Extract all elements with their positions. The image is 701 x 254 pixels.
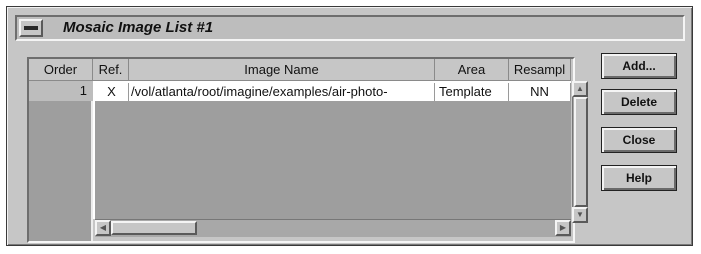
help-button[interactable]: Help — [601, 165, 677, 191]
arrow-down-icon[interactable]: ▼ — [572, 207, 588, 223]
arrow-left-icon[interactable]: ◀ — [95, 220, 111, 236]
arrow-right-icon[interactable]: ▶ — [555, 220, 571, 236]
column-header-order[interactable]: Order — [29, 59, 93, 81]
window-menu-icon[interactable] — [19, 19, 43, 37]
column-header-resample[interactable]: Resampl — [509, 59, 571, 81]
horizontal-scrollbar[interactable]: ◀ ▶ — [95, 219, 571, 237]
image-name-cell[interactable]: /vol/atlanta/root/imagine/examples/air-p… — [129, 83, 435, 101]
vertical-scrollbar[interactable]: ▲ ▼ — [572, 81, 588, 241]
add-button[interactable]: Add... — [601, 53, 677, 79]
image-list-table: Order Ref. Image Name Area Resampl 1 X /… — [27, 57, 588, 243]
column-header-area[interactable]: Area — [435, 59, 509, 81]
vertical-scroll-track[interactable] — [572, 97, 588, 207]
vertical-scroll-thumb[interactable] — [574, 97, 588, 207]
horizontal-scroll-thumb[interactable] — [111, 221, 197, 235]
column-header-ref[interactable]: Ref. — [93, 59, 129, 81]
window-title: Mosaic Image List #1 — [63, 19, 214, 36]
table-body: X /vol/atlanta/root/imagine/examples/air… — [93, 81, 571, 219]
arrow-up-icon[interactable]: ▲ — [572, 81, 588, 97]
table-row[interactable]: X /vol/atlanta/root/imagine/examples/air… — [95, 83, 571, 101]
mosaic-image-list-window: Mosaic Image List #1 Order Ref. Image Na… — [6, 6, 693, 246]
resample-cell[interactable]: NN — [509, 83, 571, 101]
title-bar[interactable]: Mosaic Image List #1 — [15, 15, 685, 41]
area-cell[interactable]: Template — [435, 83, 509, 101]
delete-button[interactable]: Delete — [601, 89, 677, 115]
window-menu-bar — [24, 26, 38, 30]
column-header-image-name[interactable]: Image Name — [129, 59, 435, 81]
close-button[interactable]: Close — [601, 127, 677, 153]
order-cell[interactable]: 1 — [29, 81, 93, 101]
order-column — [29, 81, 93, 241]
ref-cell[interactable]: X — [95, 83, 129, 101]
